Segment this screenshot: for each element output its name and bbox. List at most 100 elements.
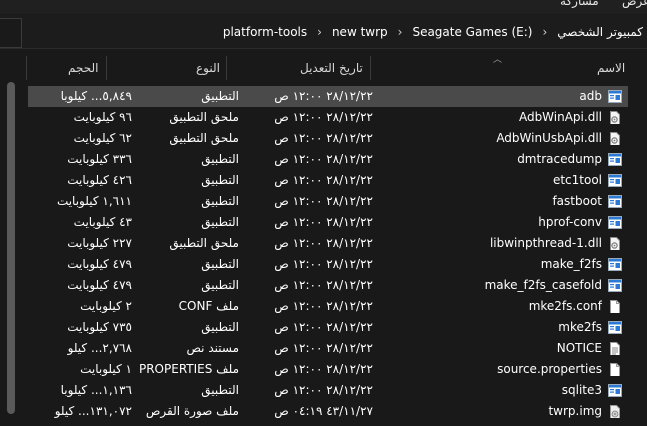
dll-icon	[608, 132, 622, 145]
file-type: التطبيق	[201, 152, 239, 166]
file-size: ٩٦ كيلوبايت	[73, 110, 132, 124]
file-name: NOTICE	[556, 341, 602, 355]
app-icon	[608, 90, 622, 103]
file-name: sqlite3	[561, 383, 602, 397]
file-name: libwinpthread-1.dll	[489, 236, 602, 250]
file-date-modified: ٢٨/١٢/٢٢ ١٢:٠٠ ص	[274, 320, 373, 334]
file-type: ملف PROPERTIES	[138, 362, 239, 376]
file-row[interactable]: ٢,٧٦٨... كيلو مستند نص ٢٨/١٢/٢٢ ١٢:٠٠ ص …	[28, 338, 628, 359]
breadcrumb-chevron-icon[interactable]: ›	[311, 25, 328, 39]
dll-icon	[608, 111, 622, 124]
file-name: source.properties	[497, 362, 602, 376]
file-size: ٤٧٩ كيلوبايت	[67, 278, 132, 292]
breadcrumb-new-twrp[interactable]: new twrp	[328, 25, 392, 39]
column-header-name[interactable]: الاسم	[597, 56, 625, 80]
vertical-scrollbar[interactable]	[7, 82, 15, 422]
breadcrumb-platform-tools[interactable]: platform-tools	[219, 25, 311, 39]
file-name: AdbWinApi.dll	[518, 110, 602, 124]
scrollbar-thumb[interactable]	[7, 82, 15, 414]
file-row[interactable]: ١ كيلوبايت ملف PROPERTIES ٢٨/١٢/٢٢ ١٢:٠٠…	[28, 359, 628, 380]
file-size: ٧٣٥ كيلوبايت	[67, 320, 132, 334]
file-row[interactable]: ٣٣٦ كيلوبايت التطبيق ٢٨/١٢/٢٢ ١٢:٠٠ ص dm…	[28, 149, 628, 170]
file-name: mke2fs	[558, 320, 602, 334]
file-row[interactable]: ٤٧٩ كيلوبايت التطبيق ٢٨/١٢/٢٢ ١٢:٠٠ ص ma…	[28, 254, 628, 275]
app-icon	[608, 195, 622, 208]
file-type: ملحق التطبيق	[169, 110, 239, 124]
file-type: مستند نص	[186, 341, 239, 355]
file-row[interactable]: ١٣١,٠٧٢... كيلو ملف صورة القرص ٤٣/١١/٢٧ …	[28, 401, 628, 422]
file-name: twrp.img	[548, 404, 602, 418]
ribbon-tab-view[interactable]: عرض	[622, 0, 647, 8]
column-header-size[interactable]: الحجم	[68, 56, 98, 80]
address-bar[interactable]: كمبيوتر الشخصي › Seagate Games (E:) › ne…	[0, 15, 647, 49]
file-row[interactable]: ١,١٣٦... كيلوبا التطبيق ٢٨/١٢/٢٢ ١٢:٠٠ ص…	[28, 380, 628, 401]
address-bar-left-frame	[0, 18, 22, 48]
file-row[interactable]: ٧٣٥ كيلوبايت التطبيق ٢٨/١٢/٢٢ ١٢:٠٠ ص mk…	[28, 317, 628, 338]
file-name: AdbWinUsbApi.dll	[496, 131, 602, 145]
breadcrumb: كمبيوتر الشخصي › Seagate Games (E:) › ne…	[219, 21, 647, 43]
file-size: ٤٣ كيلوبايت	[73, 215, 132, 229]
file-size: ٥,٨٤٩... كيلوبا	[60, 89, 132, 103]
file-row[interactable]: ٦٢ كيلوبايت ملحق التطبيق ٢٨/١٢/٢٢ ١٢:٠٠ …	[28, 128, 628, 149]
file-row[interactable]: ٥,٨٤٩... كيلوبا التطبيق ٢٨/١٢/٢٢ ١٢:٠٠ ص…	[28, 86, 628, 107]
column-divider[interactable]	[26, 56, 27, 80]
file-name: fastboot	[552, 194, 602, 208]
file-type: التطبيق	[201, 383, 239, 397]
file-date-modified: ٢٨/١٢/٢٢ ١٢:٠٠ ص	[274, 299, 373, 313]
file-row[interactable]: ٢ كيلوبايت ملف CONF ٢٨/١٢/٢٢ ١٢:٠٠ ص mke…	[28, 296, 628, 317]
file-size: ٦٢ كيلوبايت	[73, 131, 132, 145]
file-icon	[608, 300, 622, 313]
file-size: ١,١٣٦... كيلوبا	[60, 383, 132, 397]
file-type: التطبيق	[201, 194, 239, 208]
file-row[interactable]: ٤٣ كيلوبايت التطبيق ٢٨/١٢/٢٢ ١٢:٠٠ ص hpr…	[28, 212, 628, 233]
file-date-modified: ٢٨/١٢/٢٢ ١٢:٠٠ ص	[274, 215, 373, 229]
breadcrumb-chevron-icon[interactable]: ›	[392, 25, 409, 39]
app-icon	[608, 279, 622, 292]
file-date-modified: ٢٨/١٢/٢٢ ١٢:٠٠ ص	[274, 89, 373, 103]
app-icon	[608, 384, 622, 397]
file-type: التطبيق	[201, 278, 239, 292]
column-divider[interactable]	[370, 56, 371, 80]
file-row[interactable]: ٤٢٦ كيلوبايت التطبيق ٢٨/١٢/٢٢ ١٢:٠٠ ص et…	[28, 170, 628, 191]
file-size: ٣٣٦ كيلوبايت	[67, 152, 132, 166]
ribbon-tab-share[interactable]: مشاركة	[560, 0, 599, 8]
file-size: ٢٢٧ كيلوبايت	[67, 236, 132, 250]
app-icon	[608, 321, 622, 334]
file-row[interactable]: ١,٦١١ كيلوبايت التطبيق ٢٨/١٢/٢٢ ١٢:٠٠ ص …	[28, 191, 628, 212]
disk-image-icon	[608, 405, 622, 418]
file-date-modified: ٢٨/١٢/٢٢ ١٢:٠٠ ص	[274, 194, 373, 208]
file-date-modified: ٢٨/١٢/٢٢ ١٢:٠٠ ص	[274, 110, 373, 124]
file-name: adb	[579, 89, 602, 103]
text-file-icon	[608, 342, 622, 355]
column-header-type[interactable]: النوع	[196, 56, 220, 80]
file-type: ملف صورة القرص	[145, 404, 239, 418]
breadcrumb-chevron-icon[interactable]: ›	[536, 25, 553, 39]
file-size: ٢,٧٦٨... كيلو	[67, 341, 132, 355]
app-icon	[608, 174, 622, 187]
breadcrumb-drive[interactable]: Seagate Games (E:)	[408, 25, 536, 39]
column-divider[interactable]	[226, 56, 227, 80]
file-type: التطبيق	[201, 257, 239, 271]
app-icon	[608, 153, 622, 166]
file-date-modified: ٢٨/١٢/٢٢ ١٢:٠٠ ص	[274, 278, 373, 292]
file-type: ملحق التطبيق	[169, 236, 239, 250]
file-row[interactable]: ٢٢٧ كيلوبايت ملحق التطبيق ٢٨/١٢/٢٢ ١٢:٠٠…	[28, 233, 628, 254]
file-name: make_f2fs	[540, 257, 602, 271]
breadcrumb-this-pc[interactable]: كمبيوتر الشخصي	[553, 25, 647, 39]
file-date-modified: ٤٣/١١/٢٧ ٠٤:١٩ ص	[274, 404, 373, 418]
column-header-date[interactable]: تاريخ التعديل	[300, 56, 363, 80]
file-size: ٢ كيلوبايت	[80, 299, 132, 313]
file-row[interactable]: ٩٦ كيلوبايت ملحق التطبيق ٢٨/١٢/٢٢ ١٢:٠٠ …	[28, 107, 628, 128]
file-type: التطبيق	[201, 89, 239, 103]
file-size: ١ كيلوبايت	[80, 362, 132, 376]
dll-icon	[608, 237, 622, 250]
file-date-modified: ٢٨/١٢/٢٢ ١٢:٠٠ ص	[274, 152, 373, 166]
file-date-modified: ٢٨/١٢/٢٢ ١٢:٠٠ ص	[274, 341, 373, 355]
file-row[interactable]: ٤٧٩ كيلوبايت التطبيق ٢٨/١٢/٢٢ ١٢:٠٠ ص ma…	[28, 275, 628, 296]
file-size: ٤٧٩ كيلوبايت	[67, 257, 132, 271]
column-divider[interactable]	[106, 56, 107, 80]
file-name: hprof-conv	[538, 215, 602, 229]
file-size: ١,٦١١ كيلوبايت	[56, 194, 132, 208]
file-date-modified: ٢٨/١٢/٢٢ ١٢:٠٠ ص	[274, 362, 373, 376]
sort-ascending-icon: ︿	[493, 55, 503, 65]
